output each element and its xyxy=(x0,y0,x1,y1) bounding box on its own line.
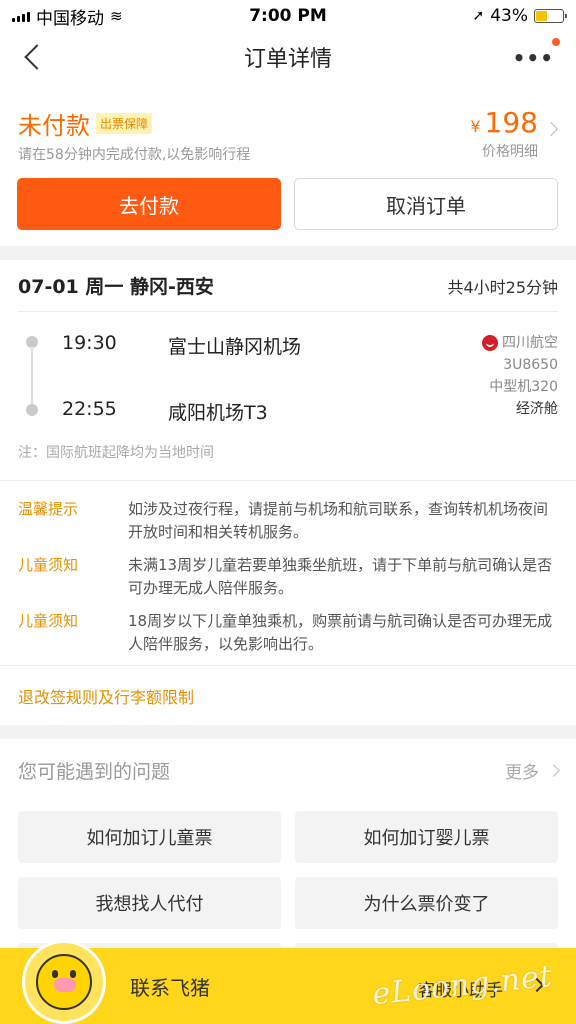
cancel-order-button[interactable]: 取消订单 xyxy=(294,178,558,230)
airline-name: 四川航空 xyxy=(502,335,558,351)
notification-dot xyxy=(552,38,560,46)
departure-airport: 富士山静冈机场 xyxy=(168,336,302,358)
tip-text: 未满13周岁儿童若要单独乘坐航班，请于下单前与航司确认是否可办理无成人陪伴服务。 xyxy=(128,556,553,597)
pay-button[interactable]: 去付款 xyxy=(17,178,281,230)
local-time-note: 注：国际航班起降均为当地时间 xyxy=(18,445,214,461)
flight-timeline xyxy=(26,336,38,416)
tip-text: 18周岁以下儿童单独乘机，购票前请与航司确认是否可办理无成人陪伴服务，以免影响出… xyxy=(128,612,553,653)
location-icon: ➚ xyxy=(472,8,485,24)
price-value: ¥198 xyxy=(470,106,538,139)
ticket-guarantee-badge: 出票保障 xyxy=(96,113,153,134)
contact-fliggy-button[interactable]: 联系飞猪 xyxy=(130,972,210,1001)
aircraft-type: 中型机320 xyxy=(489,379,558,395)
flight-duration: 共4小时25分钟 xyxy=(447,277,558,297)
more-menu-icon[interactable]: ••• xyxy=(513,46,554,70)
status-bar: 中国移动 ≋ 7:00 PM ➚ 43% xyxy=(0,0,576,32)
route-header: 07-01 周一 静冈-西安 共4小时25分钟 xyxy=(18,260,558,312)
tip-label: 儿童须知 xyxy=(18,612,79,630)
tip-item: 温馨提示 如涉及过夜行程，请提前与机场和航司联系，查询转机机场夜间开放时间和相关… xyxy=(18,498,558,544)
order-status: 未付款 xyxy=(18,112,90,140)
price-detail-link[interactable]: 价格明细 xyxy=(470,141,538,161)
tips-list: 温馨提示 如涉及过夜行程，请提前与机场和航司联系，查询转机机场夜间开放时间和相关… xyxy=(18,498,558,666)
price-block[interactable]: ¥198 价格明细 xyxy=(470,106,538,161)
back-icon[interactable] xyxy=(22,42,46,72)
flight-number: 3U8650 xyxy=(503,357,558,373)
faq-item[interactable]: 如何加订婴儿票 xyxy=(295,811,558,863)
payment-card: 未付款 出票保障 请在58分钟内完成付款,以免影响行程 ¥198 价格明细 去付… xyxy=(0,82,576,246)
flight-card: 07-01 周一 静冈-西安 共4小时25分钟 19:30 富士山静冈机场 22… xyxy=(0,260,576,725)
nav-bar: 订单详情 ••• xyxy=(0,32,576,82)
tip-label: 温馨提示 xyxy=(18,500,79,518)
departure-time: 19:30 xyxy=(62,332,117,354)
battery-icon xyxy=(534,9,567,23)
arrival-time: 22:55 xyxy=(62,398,117,420)
tip-text: 如涉及过夜行程，请提前与机场和航司联系，查询转机机场夜间开放时间和相关转机服务。 xyxy=(128,500,549,541)
airline-logo-icon xyxy=(482,335,498,351)
faq-item[interactable]: 为什么票价变了 xyxy=(295,877,558,929)
airline-info: 四川航空 3U8650 中型机320 经济舱 xyxy=(482,332,558,420)
faq-more-link[interactable]: 更多 xyxy=(505,758,560,783)
chevron-right-icon[interactable] xyxy=(543,121,559,137)
refund-baggage-rules-link[interactable]: 退改签规则及行李额限制 xyxy=(18,684,194,708)
battery-percent: 43% xyxy=(490,6,528,26)
mascot-avatar[interactable] xyxy=(22,940,106,1024)
payment-deadline-tip: 请在58分钟内完成付款,以免影响行程 xyxy=(18,147,251,163)
chevron-right-icon xyxy=(547,764,560,777)
faq-item[interactable]: 如何加订儿童票 xyxy=(18,811,281,863)
tip-item: 儿童须知 18周岁以下儿童单独乘机，购票前请与航司确认是否可办理无成人陪伴服务，… xyxy=(18,610,558,656)
arrival-airport: 咸阳机场T3 xyxy=(168,402,268,424)
tip-label: 儿童须知 xyxy=(18,556,79,574)
divider xyxy=(0,480,576,481)
cabin-class: 经济舱 xyxy=(516,401,558,417)
divider xyxy=(0,665,576,666)
page-title: 订单详情 xyxy=(243,47,332,72)
faq-item[interactable]: 我想找人代付 xyxy=(18,877,281,929)
wifi-icon: ≋ xyxy=(110,7,123,25)
signal-icon xyxy=(12,10,30,22)
tip-item: 儿童须知 未满13周岁儿童若要单独乘坐航班，请于下单前与航司确认是否可办理无成人… xyxy=(18,554,558,600)
faq-title: 您可能遇到的问题 xyxy=(18,761,171,783)
carrier-label: 中国移动 xyxy=(36,8,104,29)
route-title: 07-01 周一 静冈-西安 xyxy=(18,276,214,298)
